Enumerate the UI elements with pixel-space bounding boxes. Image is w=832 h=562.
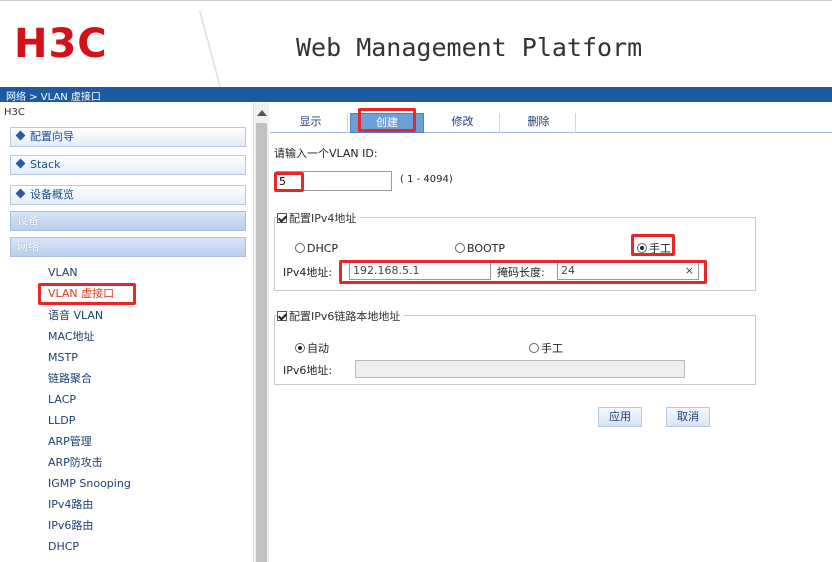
radio-label: BOOTP [467, 242, 506, 255]
sidebar-item-lldp[interactable]: LLDP [48, 413, 75, 429]
checkbox-checked-icon[interactable] [277, 213, 287, 223]
radio-label: 手工 [541, 342, 563, 355]
ipv4-address-label: IPv4地址: [283, 266, 333, 279]
vlan-id-input[interactable] [276, 171, 392, 191]
sidebar-group-overview[interactable]: 设备概览 [10, 185, 246, 205]
sidebar-section-label: 设备 [17, 214, 39, 227]
radio-auto[interactable]: 自动 [295, 340, 329, 356]
main-content: 显示 创建 修改 删除 请输入一个VLAN ID: ( 1 - 4094) 配置… [270, 103, 832, 562]
vlan-id-prompt: 请输入一个VLAN ID: [274, 147, 378, 160]
mask-length-value: 24 [561, 264, 575, 277]
sidebar-section-device[interactable]: 设备 [10, 211, 246, 231]
sidebar-group-label: 配置向导 [30, 130, 74, 143]
tab-modify[interactable]: 修改 [426, 113, 500, 133]
mask-length-input[interactable]: 24 × [557, 262, 699, 280]
tab-display[interactable]: 显示 [274, 113, 348, 133]
sidebar-item-lacp[interactable]: LACP [48, 392, 76, 408]
sidebar-item-ipv6-route[interactable]: IPv6路由 [48, 518, 93, 534]
ipv6-fieldset: 配置IPv6链路本地地址 自动 手工 IPv6地址: [274, 308, 756, 385]
sidebar-item-ipv4-route[interactable]: IPv4路由 [48, 497, 93, 513]
clear-icon[interactable]: × [685, 263, 694, 279]
sidebar-item-vlan[interactable]: VLAN [48, 265, 78, 281]
tab-create[interactable]: 创建 [350, 113, 424, 133]
ipv4-address-input[interactable]: 192.168.5.1 [349, 262, 491, 280]
ipv4-legend[interactable]: 配置IPv4地址 [277, 210, 361, 226]
sidebar-group-label: Stack [30, 158, 61, 171]
sidebar-scrollbar[interactable] [253, 103, 269, 562]
header-divider [190, 11, 230, 87]
ipv6-address-label: IPv6地址: [283, 364, 333, 377]
sidebar-group-wizard[interactable]: 配置向导 [10, 127, 246, 147]
sidebar-item-igmp-snooping[interactable]: IGMP Snooping [48, 476, 131, 492]
diamond-icon [15, 158, 26, 169]
breadcrumb: 网络 > VLAN 虚接口 [6, 92, 101, 103]
vlan-range-hint: ( 1 - 4094) [400, 174, 453, 185]
tab-delete[interactable]: 删除 [502, 113, 576, 133]
cancel-button[interactable]: 取消 [666, 407, 710, 427]
ipv4-legend-label: 配置IPv4地址 [289, 212, 357, 225]
mask-length-label: 掩码长度: [497, 266, 545, 279]
sidebar-item-voice-vlan[interactable]: 语音 VLAN [48, 308, 103, 324]
header: H3C Web Management Platform [0, 0, 832, 87]
diamond-icon [15, 130, 26, 141]
sidebar-item-link-aggregation[interactable]: 链路聚合 [48, 371, 92, 387]
sidebar-header: H3C [4, 107, 25, 118]
radio-selected-icon [637, 243, 647, 253]
radio-icon [455, 243, 465, 253]
radio-label: 自动 [307, 342, 329, 355]
ipv4-fieldset: 配置IPv4地址 DHCP BOOTP 手工 IPv4地址: 192.168.5… [274, 210, 756, 291]
radio-label: 手工 [649, 242, 671, 255]
radio-manual[interactable]: 手工 [637, 240, 671, 256]
sidebar-item-vlan-interface[interactable]: VLAN 虚接口 [48, 286, 114, 302]
scroll-up-icon[interactable] [257, 110, 267, 116]
radio-manual-ipv6[interactable]: 手工 [529, 340, 563, 356]
sidebar: H3C 配置向导 Stack 设备概览 设备 网络 VLAN VLAN 虚接口 … [0, 103, 253, 562]
radio-dhcp[interactable]: DHCP [295, 242, 338, 255]
ipv6-legend-label: 配置IPv6链路本地地址 [289, 310, 401, 323]
sidebar-group-stack[interactable]: Stack [10, 155, 246, 175]
sidebar-section-label: 网络 [17, 240, 39, 253]
radio-icon [529, 343, 539, 353]
sidebar-item-mstp[interactable]: MSTP [48, 350, 78, 366]
checkbox-checked-icon[interactable] [277, 311, 287, 321]
sidebar-item-dhcp[interactable]: DHCP [48, 539, 79, 555]
sidebar-item-mac[interactable]: MAC地址 [48, 329, 95, 345]
radio-selected-icon [295, 343, 305, 353]
radio-icon [295, 243, 305, 253]
platform-title: Web Management Platform [296, 33, 643, 62]
sidebar-item-arp[interactable]: ARP管理 [48, 434, 92, 450]
sidebar-group-label: 设备概览 [30, 188, 74, 201]
tab-bar: 显示 创建 修改 删除 [270, 107, 832, 133]
ipv6-address-input[interactable] [355, 360, 685, 378]
radio-label: DHCP [307, 242, 339, 255]
sidebar-item-arp-attack[interactable]: ARP防攻击 [48, 455, 103, 471]
diamond-icon [15, 188, 26, 199]
sidebar-section-network[interactable]: 网络 [10, 237, 246, 257]
apply-button[interactable]: 应用 [598, 407, 642, 427]
ipv6-legend[interactable]: 配置IPv6链路本地地址 [277, 308, 405, 324]
breadcrumb-bar: 网络 > VLAN 虚接口 [0, 87, 832, 103]
h3c-logo: H3C [14, 21, 108, 67]
scroll-thumb[interactable] [256, 123, 267, 562]
radio-bootp[interactable]: BOOTP [455, 242, 505, 255]
